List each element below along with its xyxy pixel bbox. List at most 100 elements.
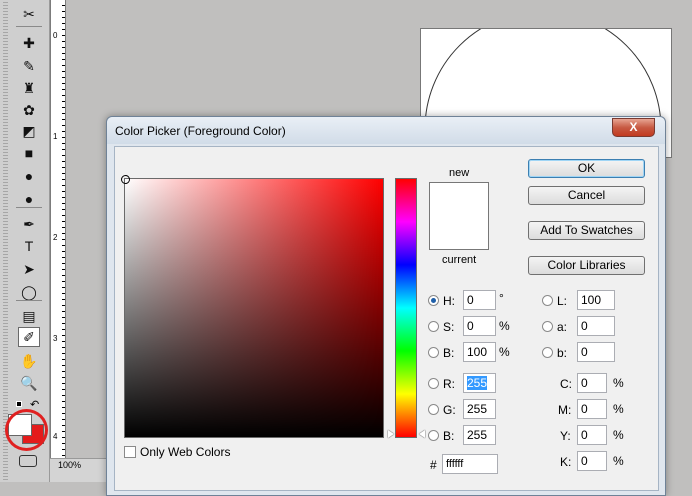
close-icon: X	[629, 120, 638, 134]
dodge-icon[interactable]: ●	[18, 189, 40, 209]
lightness-input[interactable]: 100	[577, 290, 615, 310]
brightness-input[interactable]: 100	[463, 342, 496, 362]
new-label: new	[449, 167, 470, 179]
color-libraries-button[interactable]: Color Libraries	[528, 256, 645, 275]
hue-slider-right-arrow[interactable]	[419, 430, 425, 438]
red-input[interactable]: 255	[463, 373, 496, 393]
status-bar: 100%	[50, 458, 106, 482]
hue-radio[interactable]	[428, 295, 439, 306]
green-input[interactable]: 255	[463, 399, 496, 419]
black-label: K:	[560, 455, 572, 469]
brightness-label: B:	[443, 346, 455, 360]
path-selection-icon[interactable]: ➤	[18, 259, 40, 279]
yellow-label: Y:	[560, 429, 571, 443]
lightness-radio[interactable]	[542, 295, 553, 306]
magenta-value: 0	[581, 402, 588, 416]
eraser-icon[interactable]: ◩	[18, 121, 40, 141]
zoom-icon[interactable]: 🔍	[18, 373, 40, 393]
pen-icon[interactable]: ✒	[18, 214, 40, 234]
hue-slider-left-arrow[interactable]	[388, 430, 394, 438]
slice-tool-icon[interactable]: ✂	[18, 4, 40, 24]
a-channel-label: a:	[557, 320, 568, 334]
b-channel-value: 0	[581, 345, 588, 359]
color-field[interactable]	[121, 175, 384, 438]
black-unit: %	[613, 454, 624, 468]
quick-mask-icon[interactable]	[19, 455, 37, 467]
dialog-titlebar[interactable]: Color Picker (Foreground Color) X	[107, 117, 665, 144]
new-color-swatch	[429, 182, 489, 216]
black-value: 0	[581, 454, 588, 468]
black-input[interactable]: 0	[577, 451, 607, 471]
hue-input[interactable]: 0	[463, 290, 496, 310]
toolbar-separator	[16, 207, 42, 208]
type-icon[interactable]: T	[18, 236, 40, 256]
yellow-unit: %	[613, 428, 624, 442]
vertical-ruler: 0 1 2 3 4	[50, 0, 66, 458]
red-label: R:	[443, 377, 455, 391]
dialog-title: Color Picker (Foreground Color)	[115, 124, 286, 138]
cancel-button[interactable]: Cancel	[528, 186, 645, 205]
green-label: G:	[443, 403, 456, 417]
cyan-unit: %	[613, 376, 624, 390]
notes-icon[interactable]: ▤	[18, 306, 40, 326]
hex-value: ffffff	[446, 458, 464, 470]
magenta-unit: %	[613, 402, 624, 416]
zoom-level[interactable]: 100%	[58, 460, 81, 470]
magenta-label: M:	[558, 403, 572, 417]
green-radio[interactable]	[428, 404, 439, 415]
cyan-input[interactable]: 0	[577, 373, 607, 393]
current-color-swatch[interactable]	[429, 216, 489, 250]
brightness-unit: %	[499, 345, 510, 359]
magenta-input[interactable]: 0	[577, 399, 607, 419]
hand-icon[interactable]: ✋	[18, 351, 40, 371]
blue-input[interactable]: 255	[463, 425, 496, 445]
ruler-mark: 1	[53, 132, 58, 141]
history-brush-icon[interactable]: ✿	[18, 100, 40, 120]
spot-healing-icon[interactable]: ✚	[18, 33, 40, 53]
toolbar-separator	[16, 26, 42, 27]
ok-button[interactable]: OK	[528, 159, 645, 178]
saturation-radio[interactable]	[428, 321, 439, 332]
add-to-swatches-button[interactable]: Add To Swatches	[528, 221, 645, 240]
a-channel-input[interactable]: 0	[577, 316, 615, 336]
hex-label: #	[430, 458, 437, 472]
only-web-colors-option[interactable]: Only Web Colors	[124, 445, 230, 459]
hue-value: 0	[467, 293, 474, 307]
blur-icon[interactable]: ●	[18, 166, 40, 186]
ellipse-icon[interactable]: ◯	[18, 282, 40, 302]
toolbar-separator	[16, 300, 42, 301]
brightness-value: 100	[467, 345, 488, 359]
saturation-input[interactable]: 0	[463, 316, 496, 336]
blue-value: 255	[467, 428, 488, 442]
gradient-icon[interactable]: ■	[18, 143, 40, 163]
yellow-input[interactable]: 0	[577, 425, 607, 445]
only-web-colors-checkbox[interactable]	[124, 446, 136, 458]
default-colors-icon[interactable]	[16, 401, 22, 407]
ruler-mark: 4	[53, 432, 58, 441]
cyan-label: C:	[560, 377, 572, 391]
close-button[interactable]: X	[612, 118, 655, 137]
yellow-value: 0	[581, 428, 588, 442]
brightness-radio[interactable]	[428, 347, 439, 358]
hex-input[interactable]: ffffff	[442, 454, 498, 474]
stamp-icon[interactable]: ♜	[18, 78, 40, 98]
color-field-marker[interactable]	[121, 175, 130, 184]
saturation-value: 0	[467, 319, 474, 333]
blue-radio[interactable]	[428, 430, 439, 441]
blue-label: B:	[443, 429, 455, 443]
eyedropper-icon[interactable]: ✐	[18, 327, 40, 347]
hue-unit: °	[499, 291, 504, 305]
b-channel-radio[interactable]	[542, 347, 553, 358]
a-channel-radio[interactable]	[542, 321, 553, 332]
tools-panel: ✂ ✚ ✎ ♜ ✿ ◩ ■ ● ● ✒ T ➤ ◯ ▤ ✐ ✋ 🔍 ↶	[0, 0, 50, 482]
current-label: current	[442, 254, 477, 266]
panel-grip[interactable]	[3, 0, 8, 482]
hue-label: H:	[443, 294, 455, 308]
brush-icon[interactable]: ✎	[18, 56, 40, 76]
ruler-mark: 3	[53, 334, 58, 343]
hue-slider[interactable]	[395, 178, 417, 438]
green-value: 255	[467, 402, 488, 416]
b-channel-input[interactable]: 0	[577, 342, 615, 362]
red-radio[interactable]	[428, 378, 439, 389]
only-web-colors-label: Only Web Colors	[140, 445, 231, 459]
